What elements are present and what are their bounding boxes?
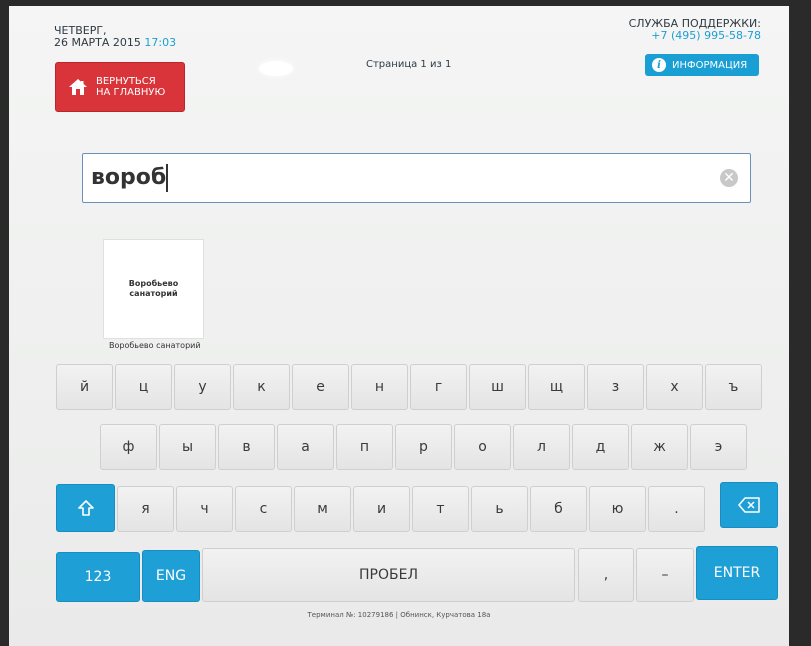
result-caption[interactable]: Воробьево санаторий	[109, 341, 201, 350]
key-м[interactable]: м	[294, 486, 351, 532]
key-и[interactable]: и	[353, 486, 410, 532]
shift-icon	[77, 500, 94, 516]
key-ш[interactable]: ш	[469, 364, 526, 410]
key-ф[interactable]: ф	[100, 424, 157, 470]
kiosk-screen: ЧЕТВЕРГ, 26 МАРТА 2015 17:03 СЛУЖБА ПОДД…	[9, 6, 789, 646]
key-л[interactable]: л	[513, 424, 570, 470]
key-ц[interactable]: ц	[115, 364, 172, 410]
info-icon: i	[652, 58, 666, 72]
clear-icon[interactable]: ✕	[720, 169, 738, 187]
info-label: ИНФОРМАЦИЯ	[672, 59, 748, 71]
home-icon	[68, 78, 88, 96]
key-comma[interactable]: ,	[578, 548, 634, 602]
support-phone: +7 (495) 995-58-78	[651, 29, 761, 42]
shift-key[interactable]	[56, 484, 115, 532]
key-й[interactable]: й	[56, 364, 113, 410]
date-display: ЧЕТВЕРГ, 26 МАРТА 2015 17:03	[54, 25, 176, 49]
key-ч[interactable]: ч	[176, 486, 233, 532]
text-cursor	[166, 164, 168, 192]
result-thumb-line2: санаторий	[129, 289, 178, 298]
key-а[interactable]: а	[277, 424, 334, 470]
time: 17:03	[144, 36, 177, 49]
key-ж[interactable]: ж	[631, 424, 688, 470]
search-box[interactable]: ✕	[82, 153, 751, 203]
home-label-line1: ВЕРНУТЬСЯ	[96, 76, 156, 87]
key-э[interactable]: э	[690, 424, 747, 470]
backspace-key[interactable]	[720, 482, 778, 528]
key-з[interactable]: з	[587, 364, 644, 410]
numbers-key[interactable]: 123	[56, 552, 140, 602]
home-label-line2: НА ГЛАВНУЮ	[96, 87, 166, 98]
space-key[interactable]: ПРОБЕЛ	[202, 548, 575, 602]
key-ю[interactable]: ю	[589, 486, 646, 532]
key-г[interactable]: г	[410, 364, 467, 410]
key-е[interactable]: е	[292, 364, 349, 410]
key-н[interactable]: н	[351, 364, 408, 410]
support-info: СЛУЖБА ПОДДЕРЖКИ: +7 (495) 995-58-78	[629, 18, 761, 42]
key-period[interactable]: .	[648, 486, 705, 532]
backspace-icon	[738, 497, 760, 513]
key-dash[interactable]: –	[636, 548, 694, 602]
terminal-info: Терминал №: 10279186 | Обнинск, Курчатов…	[307, 611, 491, 619]
search-input[interactable]	[91, 165, 691, 190]
glare	[259, 61, 293, 76]
key-щ[interactable]: щ	[528, 364, 585, 410]
home-label: ВЕРНУТЬСЯ НА ГЛАВНУЮ	[96, 76, 165, 98]
page-indicator: Страница 1 из 1	[366, 59, 452, 70]
key-б[interactable]: б	[530, 486, 587, 532]
key-ь[interactable]: ь	[471, 486, 528, 532]
key-п[interactable]: п	[336, 424, 393, 470]
key-к[interactable]: к	[233, 364, 290, 410]
key-т[interactable]: т	[412, 486, 469, 532]
key-у[interactable]: у	[174, 364, 231, 410]
key-ъ[interactable]: ъ	[705, 364, 762, 410]
enter-key[interactable]: ENTER	[696, 546, 778, 600]
key-х[interactable]: х	[646, 364, 703, 410]
home-button[interactable]: ВЕРНУТЬСЯ НА ГЛАВНУЮ	[55, 62, 185, 112]
key-ы[interactable]: ы	[159, 424, 216, 470]
key-р[interactable]: р	[395, 424, 452, 470]
key-с[interactable]: с	[235, 486, 292, 532]
key-в[interactable]: в	[218, 424, 275, 470]
language-key[interactable]: ENG	[142, 550, 200, 602]
date-line: 26 МАРТА 2015 17:03	[54, 37, 176, 49]
result-card[interactable]: Воробьево санаторий	[103, 239, 204, 339]
info-button[interactable]: i ИНФОРМАЦИЯ	[645, 54, 759, 76]
result-thumb-line1: Воробьево	[128, 279, 179, 288]
on-screen-keyboard: й ц у к е н г ш щ з х ъ ф ы в а п р о л д ж э я ч с м и т ь б ю. 123 ENG П…	[56, 364, 780, 608]
date: 26 МАРТА 2015	[54, 36, 141, 49]
key-д[interactable]: д	[572, 424, 629, 470]
key-я[interactable]: я	[117, 486, 174, 532]
key-о[interactable]: о	[454, 424, 511, 470]
result-thumb: Воробьево санаторий	[129, 279, 178, 299]
